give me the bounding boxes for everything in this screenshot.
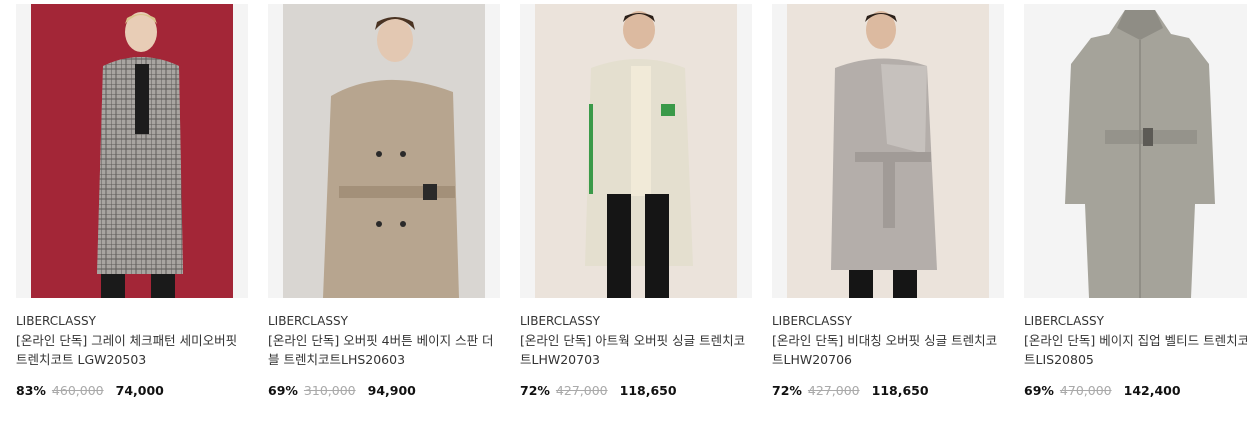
discount-rate: 69%: [268, 383, 298, 398]
original-price: 427,000: [807, 383, 860, 398]
sale-price: 74,000: [115, 383, 164, 398]
product-card[interactable]: LIBERCLASSY [온라인 단독] 비대칭 오버핏 싱글 트렌치코트LHW…: [772, 4, 1004, 398]
product-thumbnail[interactable]: [1024, 4, 1247, 298]
original-price: 460,000: [51, 383, 104, 398]
discount-rate: 72%: [520, 383, 550, 398]
product-grid: LIBERCLASSY [온라인 단독] 그레이 체크패턴 세미오버핏 트렌치코…: [16, 4, 1247, 398]
product-card[interactable]: LIBERCLASSY [온라인 단독] 베이지 집업 벨티드 트렌치코트LIS…: [1024, 4, 1247, 398]
product-title[interactable]: [온라인 단독] 베이지 집업 벨티드 트렌치코트LIS20805: [1024, 331, 1247, 369]
original-price: 427,000: [555, 383, 608, 398]
product-thumbnail[interactable]: [772, 4, 1004, 298]
sale-price: 118,650: [619, 383, 677, 398]
price-row: 69% 310,000 94,900: [268, 383, 500, 398]
model-grey-asymmetric-trench-image[interactable]: [787, 4, 989, 298]
product-card[interactable]: LIBERCLASSY [온라인 단독] 아트웍 오버핏 싱글 트렌치코트LHW…: [520, 4, 752, 398]
discount-rate: 69%: [1024, 383, 1054, 398]
product-title[interactable]: [온라인 단독] 오버핏 4버튼 베이지 스판 더블 트렌치코트LHS20603: [268, 331, 500, 369]
price-row: 83% 460,000 74,000: [16, 383, 248, 398]
model-grey-check-coat-image[interactable]: [31, 4, 233, 298]
sale-price: 142,400: [1123, 383, 1181, 398]
product-thumbnail[interactable]: [268, 4, 500, 298]
product-title[interactable]: [온라인 단독] 아트웍 오버핏 싱글 트렌치코트LHW20703: [520, 331, 752, 369]
sale-price: 118,650: [871, 383, 929, 398]
price-row: 72% 427,000 118,650: [772, 383, 1004, 398]
price-row: 69% 470,000 142,400: [1024, 383, 1247, 398]
product-thumbnail[interactable]: [16, 4, 248, 298]
discount-rate: 83%: [16, 383, 46, 398]
product-brand[interactable]: LIBERCLASSY: [16, 314, 248, 328]
product-brand[interactable]: LIBERCLASSY: [520, 314, 752, 328]
product-title[interactable]: [온라인 단독] 그레이 체크패턴 세미오버핏 트렌치코트 LGW20503: [16, 331, 248, 369]
original-price: 310,000: [303, 383, 356, 398]
product-card[interactable]: LIBERCLASSY [온라인 단독] 그레이 체크패턴 세미오버핏 트렌치코…: [16, 4, 248, 398]
product-brand[interactable]: LIBERCLASSY: [1024, 314, 1247, 328]
product-flat-grey-coat-image[interactable]: [1039, 4, 1241, 298]
product-title[interactable]: [온라인 단독] 비대칭 오버핏 싱글 트렌치코트LHW20706: [772, 331, 1004, 369]
product-card[interactable]: LIBERCLASSY [온라인 단독] 오버핏 4버튼 베이지 스판 더블 트…: [268, 4, 500, 398]
sale-price: 94,900: [367, 383, 416, 398]
product-thumbnail[interactable]: [520, 4, 752, 298]
model-beige-double-trench-image[interactable]: [283, 4, 485, 298]
product-brand[interactable]: LIBERCLASSY: [772, 314, 1004, 328]
discount-rate: 72%: [772, 383, 802, 398]
product-brand[interactable]: LIBERCLASSY: [268, 314, 500, 328]
model-cream-single-trench-image[interactable]: [535, 4, 737, 298]
original-price: 470,000: [1059, 383, 1112, 398]
price-row: 72% 427,000 118,650: [520, 383, 752, 398]
